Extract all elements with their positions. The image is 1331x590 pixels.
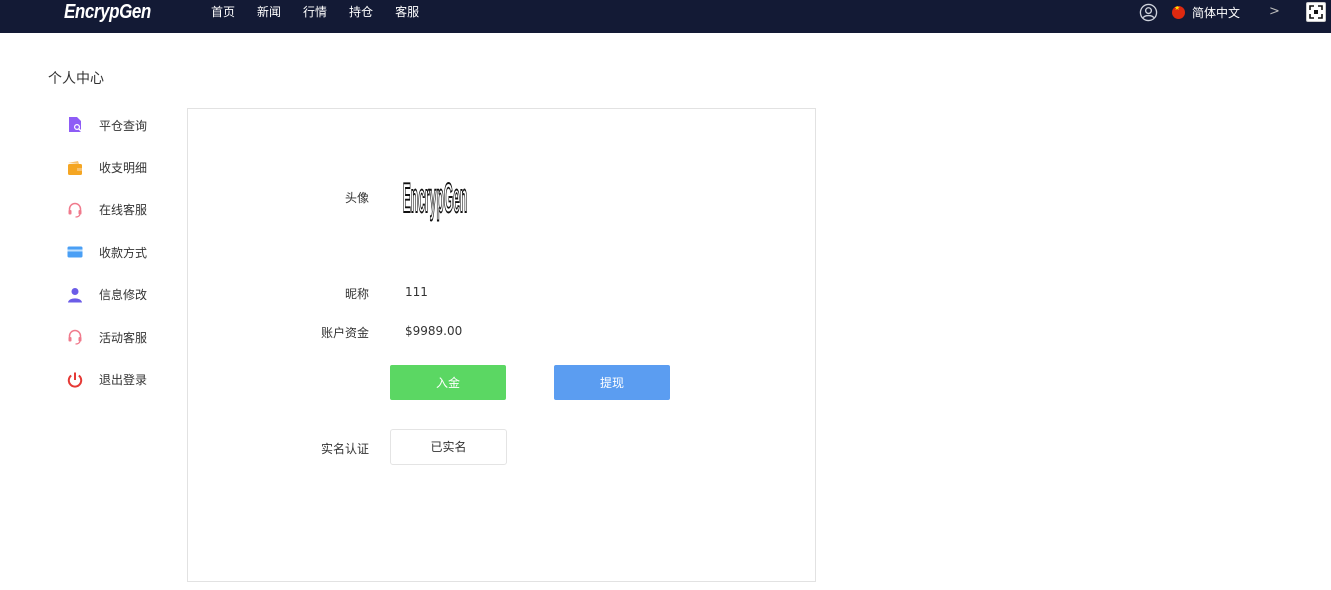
avatar-label: 头像 <box>344 191 369 205</box>
fullscreen-button[interactable] <box>1306 2 1326 22</box>
nickname-value: 111 <box>405 285 428 299</box>
verification-label: 实名认证 <box>320 442 369 456</box>
nav-item-home[interactable]: 首页 <box>211 0 235 24</box>
sidebar-item-payment-methods[interactable]: 收款方式 <box>66 231 176 273</box>
nickname-label: 昵称 <box>344 287 369 301</box>
avatar-text: EncrypGen <box>403 174 468 222</box>
sidebar-menu: 平仓查询 收支明细 在线客服 收款方式 信息修改 活动客服 退出登录 <box>66 104 176 401</box>
sidebar-item-logout[interactable]: 退出登录 <box>66 358 176 400</box>
top-navbar: EncrypGen 首页 新闻 行情 持仓 客服 简体中文 > <box>0 0 1331 33</box>
headset-icon <box>68 202 82 218</box>
nav-item-service[interactable]: 客服 <box>395 0 419 24</box>
sidebar-item-transactions[interactable]: 收支明细 <box>66 146 176 188</box>
sidebar-item-label: 收支明细 <box>99 161 148 176</box>
main-nav: 首页 新闻 行情 持仓 客服 <box>211 0 441 24</box>
brand-logo[interactable]: EncrypGen <box>64 0 151 24</box>
chevron-right-icon[interactable]: > <box>1269 0 1280 24</box>
withdraw-button[interactable]: 提现 <box>554 365 670 400</box>
sidebar-item-event-service[interactable]: 活动客服 <box>66 316 176 358</box>
nav-item-news[interactable]: 新闻 <box>257 0 281 24</box>
deposit-button[interactable]: 入金 <box>390 365 506 400</box>
page-title: 个人中心 <box>48 71 104 87</box>
language-selector[interactable]: 简体中文 <box>1172 0 1240 24</box>
account-icon[interactable] <box>1139 3 1158 22</box>
wallet-icon <box>68 160 82 175</box>
sidebar-item-label: 信息修改 <box>99 288 148 303</box>
verification-status[interactable]: 已实名 <box>390 429 507 465</box>
sidebar-item-label: 收款方式 <box>99 245 148 260</box>
sidebar-item-close-position-query[interactable]: 平仓查询 <box>66 104 176 146</box>
card-icon <box>67 246 83 258</box>
avatar[interactable]: EncrypGen <box>395 157 475 237</box>
balance-value: $9989.00 <box>405 324 463 338</box>
sidebar-item-label: 退出登录 <box>99 373 148 388</box>
fullscreen-icon <box>1309 5 1323 19</box>
profile-card: 头像 EncrypGen 昵称 111 账户资金 $9989.00 入金 提现 … <box>187 108 816 582</box>
china-flag-icon <box>1172 5 1185 19</box>
user-icon <box>68 287 82 303</box>
sidebar-item-label: 平仓查询 <box>99 118 148 133</box>
nav-item-market[interactable]: 行情 <box>303 0 327 24</box>
file-search-icon <box>69 117 82 133</box>
nav-item-positions[interactable]: 持仓 <box>349 0 373 24</box>
headset-icon <box>68 329 82 345</box>
sidebar-item-online-service[interactable]: 在线客服 <box>66 189 176 231</box>
language-label: 简体中文 <box>1192 5 1241 20</box>
sidebar-item-edit-info[interactable]: 信息修改 <box>66 274 176 316</box>
balance-label: 账户资金 <box>320 326 369 340</box>
power-icon <box>67 372 83 388</box>
sidebar-item-label: 活动客服 <box>99 330 148 345</box>
sidebar-item-label: 在线客服 <box>99 203 148 218</box>
